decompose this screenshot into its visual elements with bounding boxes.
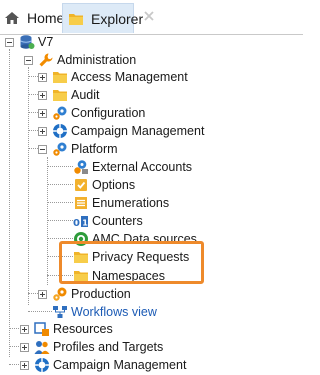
tree-node-label: Platform [71,142,118,156]
resources-icon [34,322,49,336]
tree-node-label: Configuration [71,106,146,120]
expand-toggle[interactable] [20,324,29,334]
tree-node-label: Counters [92,214,143,228]
tree-node-label: Profiles and Targets [53,340,164,354]
folder-icon [69,13,83,25]
tree-node-campaign-management[interactable]: Campaign Management [20,356,186,374]
close-icon[interactable] [144,11,154,21]
tree-node-label: Campaign Management [71,124,205,138]
list-icon [75,197,87,209]
gears-icon [53,287,67,301]
explorer-tree: V7 Administration Access Management Audi… [0,34,303,375]
database-icon [20,35,35,49]
tree-node-counters[interactable]: 0 1 Counters [59,212,143,230]
expand-toggle[interactable] [20,360,29,370]
tree-node-platform[interactable]: Platform [38,140,118,158]
profiles-icon [34,341,50,354]
gears-icon [53,142,67,156]
collapse-toggle[interactable] [5,37,14,47]
highlight-box [59,241,204,284]
home-icon [5,12,19,24]
tree-node-label: Administration [57,53,137,67]
svg-text:1: 1 [82,218,88,227]
gears-icon [53,106,67,120]
collapse-toggle[interactable] [38,144,47,154]
tree-node-label: Audit [71,88,100,102]
folder-icon [53,90,67,101]
tab-explorer[interactable]: Explorer [62,3,143,33]
tree-node-profiles-and-targets[interactable]: Profiles and Targets [20,338,163,356]
tree-node-label: Enumerations [92,196,170,210]
tree-node-audit[interactable]: Audit [38,86,100,104]
campaign-icon [35,358,49,372]
expand-toggle[interactable] [38,126,47,136]
tree-node-label: Options [92,178,136,192]
wrench-icon [39,53,53,67]
tree-node-label: Campaign Management [53,358,187,372]
workflow-icon [53,306,67,318]
svg-text:0: 0 [73,218,80,229]
collapse-toggle[interactable] [24,55,33,65]
tree-node-workflows-view[interactable]: Workflows view [38,303,157,321]
tab-home-label: Home [27,10,65,26]
expand-toggle[interactable] [38,108,47,118]
tree-node-label: V7 [38,35,54,49]
tree-node-options[interactable]: Options [59,176,135,194]
expand-toggle[interactable] [38,90,47,100]
counter-icon: 0 1 [73,216,88,229]
external-accounts-icon [74,160,88,174]
campaign-icon [53,124,67,138]
tree-node-resources[interactable]: Resources [20,320,113,338]
tree-node-production[interactable]: Production [38,285,131,303]
tab-home[interactable]: Home [0,3,64,33]
tree-node-label: Production [71,287,131,301]
tree-node-access-management[interactable]: Access Management [38,68,188,86]
tab-explorer-label: Explorer [91,10,144,27]
tab-bar: Home Explorer [0,0,303,35]
tree-node-configuration[interactable]: Configuration [38,104,145,122]
expand-toggle[interactable] [38,72,47,82]
expand-toggle[interactable] [20,342,29,352]
tree-node-enumerations[interactable]: Enumerations [59,194,169,212]
tree-node-label: Workflows view [71,305,157,319]
tree-node-label: External Accounts [92,160,193,174]
tree-node-label: Resources [53,322,113,336]
tree-node-label: Access Management [71,70,188,84]
tree-node-campaign-management-admin[interactable]: Campaign Management [38,122,204,140]
tree-node-external-accounts[interactable]: External Accounts [59,158,192,176]
folder-icon [53,72,67,83]
tree-node-administration[interactable]: Administration [24,51,136,69]
expand-toggle[interactable] [38,289,47,299]
tree-node-v7[interactable]: V7 [5,33,53,51]
options-icon [75,179,87,191]
